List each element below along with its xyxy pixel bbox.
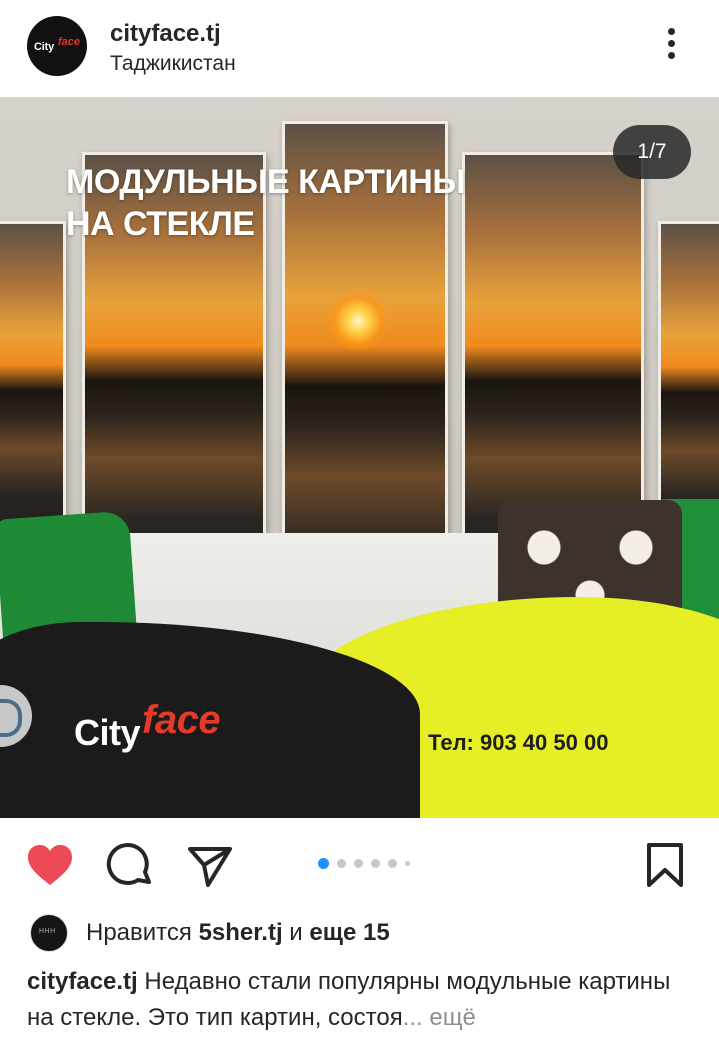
- phone-number: Тел: 903 40 50 00: [428, 730, 609, 755]
- carousel-dot: [388, 858, 397, 868]
- brand-logo: Cityface: [74, 698, 221, 755]
- caption-ellipsis: ...: [402, 1004, 423, 1031]
- post-headline: МОДУЛЬНЫЕ КАРТИНЫ НА СТЕКЛЕ: [66, 161, 466, 245]
- likes-row[interactable]: Нравится 5sher.tj и еще 15: [30, 912, 710, 956]
- headline-line-1: МОДУЛЬНЫЕ КАРТИНЫ: [66, 163, 466, 201]
- sun-glow: [328, 291, 388, 351]
- headline-line-2: НА СТЕКЛЕ: [66, 205, 255, 243]
- carousel-indicator: [318, 856, 410, 870]
- caption-more-link[interactable]: ещё: [423, 1004, 475, 1031]
- likes-user[interactable]: 5sher.tj: [199, 919, 283, 946]
- image-counter-badge: 1/7: [613, 125, 691, 179]
- send-icon[interactable]: [185, 840, 235, 890]
- carousel-dot: [371, 858, 380, 868]
- likes-prefix: Нравится: [86, 919, 199, 946]
- carousel-dot-active: [318, 857, 329, 869]
- likes-text[interactable]: Нравится 5sher.tj и еще 15: [86, 919, 390, 947]
- brand-face: face: [142, 698, 221, 742]
- more-vertical-icon[interactable]: [660, 28, 682, 68]
- post-header: City face cityface.tj Таджикистан: [0, 0, 719, 97]
- liker-avatar[interactable]: [30, 914, 68, 952]
- action-bar: [0, 818, 719, 908]
- heart-filled-icon[interactable]: [25, 840, 75, 890]
- username[interactable]: cityface.tj: [110, 20, 221, 48]
- likes-others[interactable]: еще 15: [309, 919, 389, 946]
- painting-panel: [0, 221, 66, 547]
- caption-username[interactable]: cityface.tj: [27, 968, 138, 995]
- location[interactable]: Таджикистан: [110, 52, 236, 76]
- carousel-dot: [337, 858, 346, 868]
- avatar-logo-face: face: [58, 36, 81, 48]
- caption[interactable]: cityface.tj Недавно стали популярны моду…: [27, 964, 687, 1036]
- carousel-dot: [354, 858, 363, 868]
- likes-mid: и: [282, 919, 310, 946]
- post-image[interactable]: МОДУЛЬНЫЕ КАРТИНЫ НА СТЕКЛЕ 1/7 Cityface…: [0, 97, 719, 818]
- carousel-dot: [405, 860, 410, 866]
- comment-icon[interactable]: [105, 840, 155, 890]
- bookmark-icon[interactable]: [640, 840, 690, 890]
- avatar[interactable]: City face: [27, 16, 87, 76]
- brand-city: City: [74, 712, 141, 753]
- avatar-logo-city: City: [34, 41, 54, 53]
